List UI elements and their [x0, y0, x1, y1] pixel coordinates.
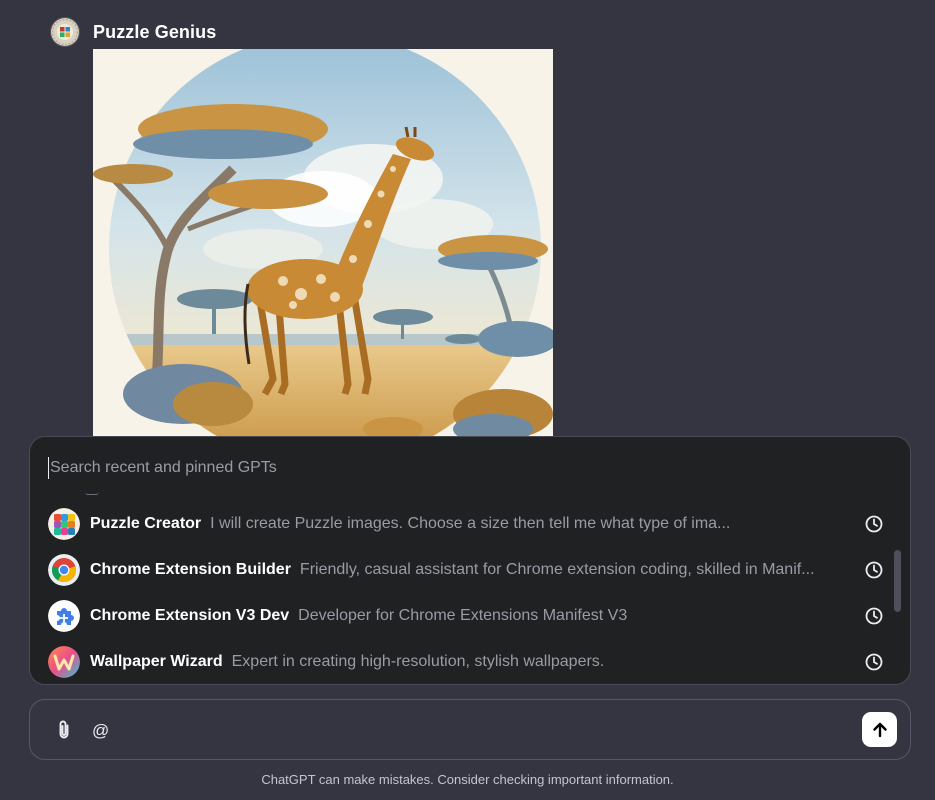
paperclip-icon[interactable]	[52, 718, 76, 742]
gpt-item-chrome-extension-builder[interactable]: Chrome Extension Builder Friendly, casua…	[30, 547, 910, 593]
message-composer	[29, 699, 911, 760]
generated-image[interactable]	[93, 49, 553, 444]
gpt-item-description: Friendly, casual assistant for Chrome ex…	[299, 561, 815, 578]
gpt-name: Puzzle Genius	[93, 21, 217, 42]
giraffe-savanna-illustration	[93, 49, 553, 444]
gpt-item-puzzle-creator[interactable]: Puzzle Creator I will create Puzzle imag…	[30, 501, 910, 547]
gpt-item-title: Wallpaper Wizard	[90, 653, 223, 670]
gpt-list: Puzzle Creator I will create Puzzle imag…	[30, 501, 910, 684]
gpt-item-description: Developer for Chrome Extensions Manifest…	[298, 607, 628, 624]
chrome-logo-icon	[48, 554, 80, 586]
gpt-search-input[interactable]	[48, 457, 850, 479]
gpt-item-title: Chrome Extension Builder	[90, 561, 291, 578]
gpt-item-description: Expert in creating high-resolution, styl…	[231, 653, 605, 670]
arrow-up-icon	[872, 722, 887, 737]
list-item-partial	[85, 492, 99, 495]
gpt-item-chrome-extension-v3-dev[interactable]: Chrome Extension V3 Dev Developer for Ch…	[30, 593, 910, 639]
gpt-item-title: Chrome Extension V3 Dev	[90, 607, 290, 624]
chat-window: Puzzle Genius Search recent and pinned G…	[0, 0, 935, 800]
gpt-item-description: I will create Puzzle images. Choose a si…	[210, 515, 731, 532]
colorful-puzzle-cube-icon	[48, 508, 80, 540]
gpt-item-wallpaper-wizard[interactable]: Wallpaper Wizard Expert in creating high…	[30, 639, 910, 684]
gradient-w-logo-icon	[48, 646, 80, 678]
send-button[interactable]	[862, 712, 897, 747]
gpt-mention-popup: Puzzle Creator I will create Puzzle imag…	[29, 436, 911, 685]
clock-icon[interactable]	[865, 515, 883, 533]
gpt-item-title: Puzzle Creator	[90, 515, 202, 532]
blue-puzzle-piece-icon	[48, 600, 80, 632]
clock-icon[interactable]	[865, 607, 883, 625]
clock-icon[interactable]	[865, 653, 883, 671]
popup-scrollbar[interactable]	[894, 550, 901, 612]
assistant-message-header: Puzzle Genius	[51, 18, 216, 46]
clock-icon[interactable]	[865, 561, 883, 579]
disclaimer-text: ChatGPT can make mistakes. Consider chec…	[261, 772, 674, 787]
puzzle-seal-icon	[51, 18, 79, 46]
message-input[interactable]	[92, 720, 832, 742]
